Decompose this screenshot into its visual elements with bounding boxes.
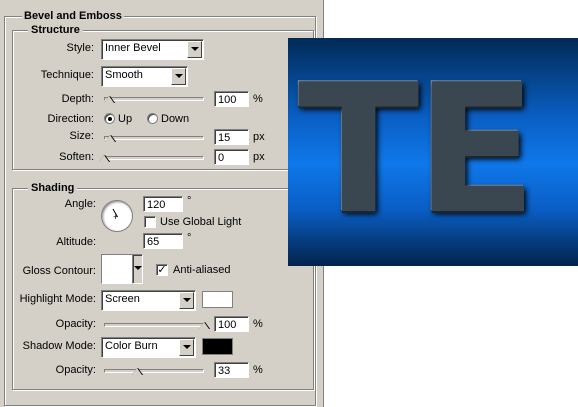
chevron-down-icon[interactable] xyxy=(187,41,202,58)
chevron-down-icon xyxy=(134,266,142,270)
size-slider-thumb[interactable] xyxy=(105,135,115,142)
direction-up-radio[interactable] xyxy=(104,113,115,124)
angle-input[interactable]: 120 xyxy=(143,196,183,212)
highlight-opacity-slider[interactable] xyxy=(104,323,204,327)
direction-down-radio[interactable] xyxy=(147,113,158,124)
soften-label: Soften: xyxy=(59,151,94,163)
shadow-mode-label: Shadow Mode: xyxy=(22,340,96,352)
anti-aliased-label: Anti-aliased xyxy=(173,264,231,276)
panel-title: Bevel and Emboss xyxy=(22,10,124,22)
anti-aliased-checkbox[interactable]: ✓ xyxy=(156,264,168,276)
chevron-down-icon[interactable] xyxy=(179,292,194,309)
highlight-opacity-thumb[interactable] xyxy=(199,322,209,329)
soften-input[interactable]: 0 xyxy=(214,149,249,165)
technique-select[interactable]: Smooth xyxy=(101,66,188,87)
style-select[interactable]: Inner Bevel xyxy=(101,39,204,60)
shadow-opacity-input[interactable]: 33 xyxy=(214,362,249,378)
technique-label: Technique: xyxy=(40,69,94,81)
angle-label: Angle: xyxy=(64,198,96,210)
shadow-opacity-slider[interactable] xyxy=(104,369,204,373)
shadow-mode-value: Color Burn xyxy=(105,340,158,352)
highlight-mode-value: Screen xyxy=(105,293,140,305)
technique-select-value: Smooth xyxy=(105,69,143,81)
altitude-label: Altitude: xyxy=(56,236,96,248)
shadow-mode-select[interactable]: Color Burn xyxy=(101,337,196,358)
size-label: Size: xyxy=(69,130,94,142)
shadow-opacity-thumb[interactable] xyxy=(132,368,142,375)
soften-slider[interactable] xyxy=(104,156,204,160)
size-slider[interactable] xyxy=(104,136,204,140)
chevron-down-icon[interactable] xyxy=(171,68,186,85)
global-light-label: Use Global Light xyxy=(160,216,242,228)
gloss-contour-label: Gloss Contour: xyxy=(22,265,96,277)
gloss-contour-preview[interactable] xyxy=(101,254,133,284)
shadow-color-swatch[interactable] xyxy=(202,338,233,355)
highlight-opacity-label: Opacity: xyxy=(55,318,96,330)
bevel-emboss-panel: Bevel and Emboss Structure Style: Inner … xyxy=(0,0,324,407)
highlight-opacity-unit: % xyxy=(253,318,263,330)
global-light-checkbox[interactable] xyxy=(144,216,156,228)
highlight-mode-select[interactable]: Screen xyxy=(101,290,196,311)
style-label: Style: xyxy=(66,42,94,54)
chevron-down-icon[interactable] xyxy=(179,339,194,356)
gloss-contour-dropdown[interactable] xyxy=(132,254,143,284)
depth-label: Depth: xyxy=(61,93,94,105)
angle-dial-center: + xyxy=(113,212,119,222)
direction-up-label: Up xyxy=(118,113,133,125)
angle-dial-icon[interactable]: + xyxy=(101,200,133,232)
structure-title: Structure xyxy=(28,24,83,36)
size-unit: px xyxy=(253,131,265,143)
shading-title: Shading xyxy=(28,182,78,194)
style-select-value: Inner Bevel xyxy=(105,42,161,54)
depth-slider-thumb[interactable] xyxy=(104,96,114,103)
shadow-opacity-label: Opacity: xyxy=(55,364,96,376)
altitude-unit: ° xyxy=(187,232,192,244)
soften-slider-thumb[interactable] xyxy=(99,155,109,162)
highlight-color-swatch[interactable] xyxy=(202,291,233,308)
shadow-opacity-unit: % xyxy=(253,364,263,376)
soften-unit: px xyxy=(253,151,265,163)
direction-down-label: Down xyxy=(161,113,190,125)
depth-input[interactable]: 100 xyxy=(214,91,249,107)
size-input[interactable]: 15 xyxy=(214,129,249,145)
effect-preview: TE xyxy=(288,38,578,266)
altitude-input[interactable]: 65 xyxy=(143,233,183,249)
direction-label: Direction: xyxy=(47,113,94,125)
highlight-opacity-input[interactable]: 100 xyxy=(214,316,249,332)
preview-text: TE xyxy=(298,46,537,253)
depth-unit: % xyxy=(253,93,263,105)
depth-slider[interactable] xyxy=(104,97,204,101)
highlight-mode-label: Highlight Mode: xyxy=(19,293,96,305)
angle-unit: ° xyxy=(187,195,192,207)
